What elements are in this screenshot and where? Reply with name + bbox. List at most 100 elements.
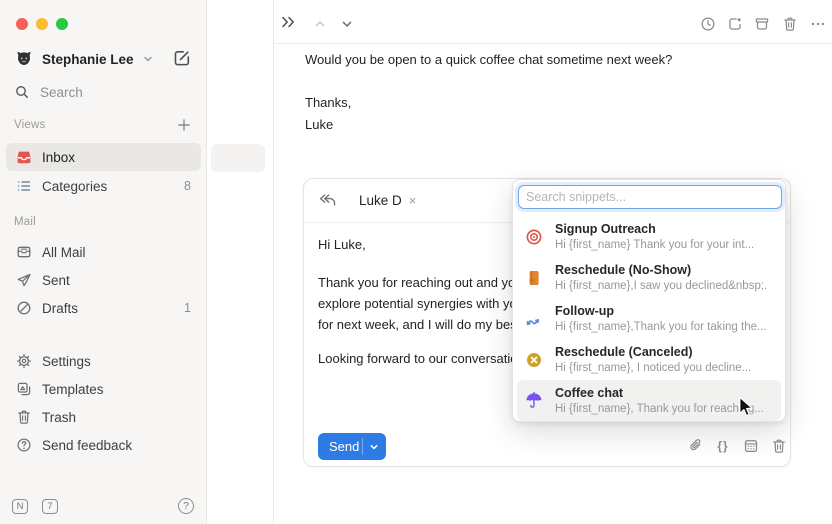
paperclip-icon[interactable]: [687, 437, 705, 455]
notebook-icon: [525, 269, 543, 287]
help-button[interactable]: ?: [178, 498, 194, 514]
send-label: Send: [318, 439, 362, 454]
sidebar-bottom-bar: N 7 ?: [12, 496, 194, 516]
drafts-icon: [16, 300, 32, 316]
calendar-app-icon[interactable]: 7: [42, 499, 58, 514]
collapse-icon[interactable]: [279, 13, 297, 31]
composer-line: explore potential synergies with yo: [318, 296, 517, 311]
send-options-chevron-icon[interactable]: [362, 438, 384, 455]
snippet-title: Follow-up: [555, 304, 767, 319]
search-label: Search: [40, 85, 83, 100]
snippet-preview: Hi {first_name},I saw you declined&nbsp;…: [555, 279, 767, 293]
remove-recipient-icon[interactable]: ×: [409, 193, 417, 208]
snippet-list: Signup Outreach Hi {first_name} Thank yo…: [513, 216, 785, 421]
chevron-down-icon: [142, 53, 154, 65]
all-mail-icon: [16, 244, 32, 260]
mail-app-window: Stephanie Lee Search Views Inbox Categor…: [0, 0, 832, 524]
sidebar-item-drafts[interactable]: Drafts 1: [6, 294, 201, 322]
cancel-icon: [525, 351, 543, 369]
sidebar-item-label: Inbox: [42, 150, 75, 165]
snippet-preview: Hi {first_name} Thank you for your int..…: [555, 238, 754, 252]
chevron-down-icon[interactable]: [338, 15, 356, 33]
message-text: Would you be open to a quick coffee chat…: [305, 52, 672, 67]
sidebar-item-sent[interactable]: Sent: [6, 266, 201, 294]
umbrella-icon: [525, 392, 543, 410]
templates-icon: [16, 381, 32, 397]
snippet-title: Reschedule (No-Show): [555, 263, 767, 278]
open-new-icon[interactable]: [726, 15, 744, 33]
snippet-preview: Hi {first_name},Thank you for taking the…: [555, 320, 767, 334]
sidebar-item-label: Drafts: [42, 301, 78, 316]
categories-count-badge: 8: [184, 179, 191, 193]
inbox-icon: [16, 149, 32, 165]
reply-all-icon: [318, 193, 337, 208]
notes-app-icon[interactable]: N: [12, 499, 28, 514]
mail-section-header: Mail: [14, 216, 36, 228]
snooze-clock-icon[interactable]: [699, 15, 717, 33]
message-sender: Luke: [305, 117, 333, 132]
archive-icon[interactable]: [753, 15, 771, 33]
send-button[interactable]: Send: [318, 433, 386, 460]
discard-draft-trash-icon[interactable]: [770, 437, 788, 455]
gear-icon: [16, 353, 32, 369]
account-switcher[interactable]: Stephanie Lee: [14, 46, 154, 72]
trash-icon: [16, 409, 32, 425]
sidebar-item-label: Trash: [42, 410, 76, 425]
cat-avatar: [14, 49, 34, 69]
sidebar-item-templates[interactable]: Templates: [6, 375, 201, 403]
snippet-search-input[interactable]: [518, 185, 782, 209]
close-window-button[interactable]: [16, 18, 28, 30]
snippet-title: Reschedule (Canceled): [555, 345, 751, 360]
composer-line: Thank you for reaching out and you: [318, 275, 523, 290]
sidebar-item-inbox[interactable]: Inbox: [6, 143, 201, 171]
trend-arrow-icon: [525, 310, 543, 328]
snippet-preview: Hi {first_name}, I noticed you decline..…: [555, 361, 751, 375]
add-view-icon[interactable]: [176, 117, 192, 133]
sidebar-item-label: Settings: [42, 354, 91, 369]
sidebar-item-label: All Mail: [42, 245, 86, 260]
recipient-name: Luke D: [359, 193, 402, 208]
conversation-toolbar: [274, 0, 832, 44]
snippet-item-signup-outreach[interactable]: Signup Outreach Hi {first_name} Thank yo…: [517, 216, 781, 257]
mouse-cursor: [736, 396, 755, 421]
compose-icon[interactable]: [172, 48, 192, 68]
sidebar: Stephanie Lee Search Views Inbox Categor…: [0, 0, 207, 524]
chevron-up-icon[interactable]: [311, 15, 329, 33]
views-section-header: Views: [14, 119, 45, 131]
drafts-count-badge: 1: [184, 301, 191, 315]
sidebar-item-trash[interactable]: Trash: [6, 403, 201, 431]
account-name: Stephanie Lee: [42, 52, 134, 67]
trash-icon[interactable]: [781, 15, 799, 33]
sidebar-item-send-feedback[interactable]: Send feedback: [6, 431, 201, 459]
sidebar-item-settings[interactable]: Settings: [6, 347, 201, 375]
more-icon[interactable]: [809, 15, 827, 33]
zoom-window-button[interactable]: [56, 18, 68, 30]
snippet-item-reschedule-canceled[interactable]: Reschedule (Canceled) Hi {first_name}, I…: [517, 339, 781, 380]
snippet-preview: Hi {first_name}, Thank you for reaching.…: [555, 402, 764, 416]
composer-line: Looking forward to our conversatio: [318, 351, 517, 366]
composer-line: for next week, and I will do my best: [318, 317, 520, 332]
braces-glyph: {}: [717, 439, 728, 453]
sidebar-item-categories[interactable]: Categories 8: [6, 172, 201, 200]
search-icon: [14, 84, 30, 100]
message-signoff: Thanks,: [305, 95, 351, 110]
sent-icon: [16, 272, 32, 288]
collapsed-list-item: [211, 144, 265, 172]
braces-icon[interactable]: {}: [714, 437, 732, 455]
snippets-popup: Signup Outreach Hi {first_name} Thank yo…: [512, 179, 786, 422]
target-icon: [525, 228, 543, 246]
composer-line: Hi Luke,: [318, 237, 366, 252]
sidebar-item-label: Send feedback: [42, 438, 132, 453]
calendar-icon[interactable]: [742, 437, 760, 455]
search-input[interactable]: Search: [14, 80, 83, 104]
recipient-chip[interactable]: Luke D ×: [359, 193, 416, 208]
snippet-title: Coffee chat: [555, 386, 764, 401]
snippet-item-reschedule-no-show[interactable]: Reschedule (No-Show) Hi {first_name},I s…: [517, 257, 781, 298]
snippet-item-follow-up[interactable]: Follow-up Hi {first_name},Thank you for …: [517, 298, 781, 339]
minimize-window-button[interactable]: [36, 18, 48, 30]
sidebar-item-label: Categories: [42, 179, 107, 194]
sidebar-item-all-mail[interactable]: All Mail: [6, 238, 201, 266]
sidebar-item-label: Sent: [42, 273, 70, 288]
sidebar-item-label: Templates: [42, 382, 104, 397]
window-controls: [16, 18, 68, 30]
